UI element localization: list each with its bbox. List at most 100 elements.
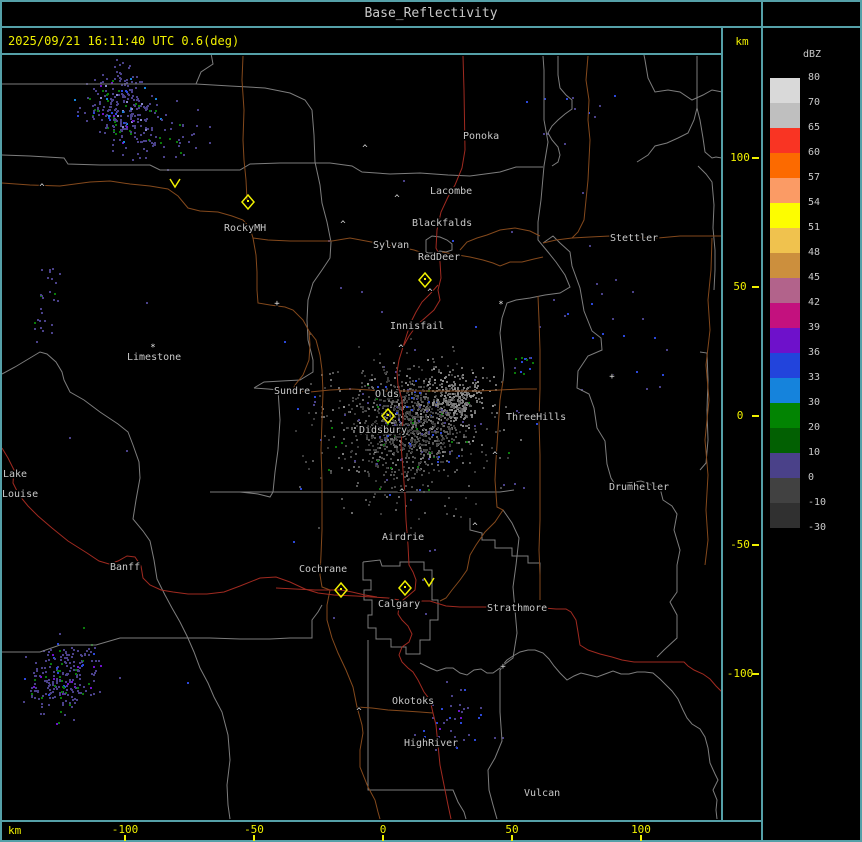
town-marker: +	[500, 662, 506, 672]
colorbar-label: 48	[808, 247, 821, 258]
radar-echo	[418, 420, 420, 422]
radar-site-marker	[398, 579, 412, 597]
radar-echo	[523, 487, 525, 489]
bottom-axis-tick	[511, 835, 513, 841]
radar-echo	[420, 394, 422, 396]
radar-echo	[397, 451, 399, 453]
radar-echo	[441, 383, 443, 385]
radar-echo	[355, 453, 357, 455]
radar-echo	[458, 455, 460, 457]
radar-echo	[449, 451, 451, 453]
radar-echo	[471, 416, 473, 418]
radar-echo	[457, 387, 459, 389]
radar-echo	[450, 424, 452, 426]
radar-echo	[141, 103, 143, 105]
radar-echo	[429, 438, 431, 440]
city-label: Lacombe	[430, 186, 472, 197]
radar-echo	[433, 366, 435, 368]
radar-echo	[441, 411, 443, 413]
colorbar-label: 42	[808, 297, 821, 308]
radar-echo	[480, 707, 482, 709]
radar-echo	[451, 374, 453, 376]
radar-echo	[393, 474, 395, 476]
radar-echo	[468, 734, 470, 736]
radar-echo	[447, 394, 449, 396]
radar-echo	[411, 448, 413, 450]
radar-echo	[137, 98, 139, 100]
radar-echo	[136, 96, 138, 98]
radar-echo	[432, 412, 434, 414]
radar-echo	[386, 467, 388, 469]
radar-echo	[450, 705, 452, 707]
radar-echo	[417, 409, 419, 411]
radar-echo	[197, 109, 199, 111]
radar-echo	[421, 444, 423, 446]
radar-echo	[435, 404, 437, 406]
radar-echo	[134, 127, 136, 129]
town-marker: ^	[398, 344, 404, 354]
radar-echo	[100, 97, 102, 99]
radar-echo	[93, 110, 95, 112]
radar-echo	[34, 683, 36, 685]
radar-echo	[480, 392, 482, 394]
radar-echo	[112, 88, 114, 90]
radar-echo	[358, 394, 360, 396]
radar-echo	[446, 460, 448, 462]
radar-echo	[95, 660, 97, 662]
radar-echo	[79, 662, 81, 664]
radar-echo	[465, 497, 467, 499]
radar-echo	[404, 444, 406, 446]
radar-echo	[391, 422, 393, 424]
radar-echo	[120, 123, 122, 125]
radar-echo	[141, 81, 143, 83]
radar-echo	[331, 427, 333, 429]
radar-echo	[314, 401, 316, 403]
radar-echo	[440, 416, 442, 418]
radar-echo	[182, 136, 184, 138]
radar-echo	[464, 403, 466, 405]
radar-echo	[654, 337, 656, 339]
radar-echo	[131, 91, 133, 93]
radar-echo	[132, 120, 134, 122]
radar-echo	[385, 462, 387, 464]
radar-echo	[427, 453, 429, 455]
radar-echo	[76, 699, 78, 701]
radar-echo	[93, 680, 95, 682]
radar-echo	[41, 269, 43, 271]
radar-echo	[109, 106, 111, 108]
radar-echo	[443, 410, 445, 412]
city-label: Stettler	[610, 233, 658, 244]
radar-echo	[126, 101, 128, 103]
radar-echo	[425, 451, 427, 453]
radar-echo	[169, 138, 171, 140]
radar-echo	[405, 382, 407, 384]
radar-echo	[521, 361, 523, 363]
radar-echo	[59, 633, 61, 635]
radar-echo	[481, 402, 483, 404]
radar-echo	[447, 426, 449, 428]
radar-echo	[151, 95, 153, 97]
radar-echo	[520, 371, 522, 373]
radar-echo	[432, 358, 434, 360]
radar-echo	[422, 457, 424, 459]
radar-echo	[437, 427, 439, 429]
radar-echo	[59, 273, 61, 275]
radar-echo	[437, 413, 439, 415]
radar-echo	[423, 730, 425, 732]
radar-echo	[45, 693, 47, 695]
radar-echo	[440, 432, 442, 434]
radar-echo	[429, 452, 431, 454]
radar-echo	[94, 79, 96, 81]
radar-echo	[409, 406, 411, 408]
town-marker: ^	[427, 288, 433, 298]
radar-echo	[106, 114, 108, 116]
radar-echo	[383, 458, 385, 460]
radar-echo	[40, 713, 42, 715]
radar-echo	[361, 291, 363, 293]
radar-echo	[66, 657, 68, 659]
divider-map-top	[0, 53, 723, 55]
radar-echo	[468, 424, 470, 426]
radar-echo	[77, 687, 79, 689]
radar-echo	[494, 404, 496, 406]
radar-echo	[57, 300, 59, 302]
